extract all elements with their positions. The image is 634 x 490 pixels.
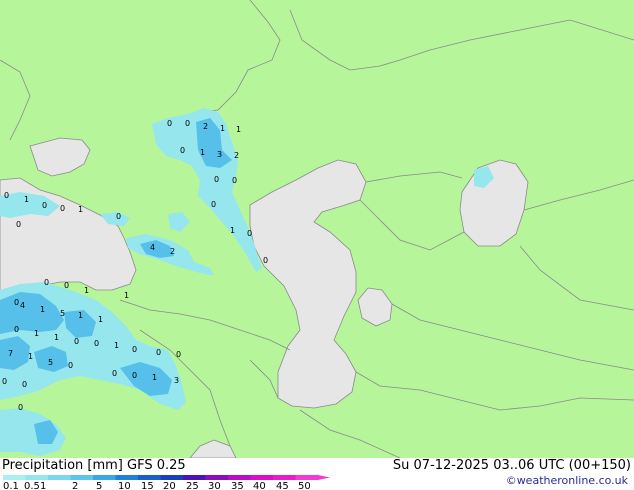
precip-value-label: 1 [152, 373, 157, 382]
precip-value-label: 1 [34, 329, 39, 338]
credit-link[interactable]: ©weatheronline.co.uk [506, 474, 628, 487]
precipitation-map: 0 0 2 1 10 1 3 20 001 000 10 0 1004 210 010 4 1 5 1 10 1 1 07 1… [0, 0, 634, 458]
scale-swatch [48, 475, 71, 480]
scale-swatch [93, 475, 116, 480]
scale-tick-label: 2 [72, 481, 78, 490]
precip-value-label: 0 [132, 345, 137, 354]
precip-value-label: 0 [4, 191, 9, 200]
scale-swatch [160, 475, 183, 480]
scale-tick-label: 50 [298, 481, 311, 490]
precip-value-label: 1 [114, 341, 119, 350]
precip-value-label: 0 [176, 350, 181, 359]
precip-value-label: 1 [54, 333, 59, 342]
precip-value-label: 1 [230, 226, 235, 235]
precip-value-label: 5 [48, 358, 53, 367]
precip-value-label: 1 [220, 124, 225, 133]
scale-tick-label: 40 [253, 481, 266, 490]
precip-value-label: 0 [232, 176, 237, 185]
scale-swatch [273, 475, 296, 480]
scale-swatch [250, 475, 273, 480]
scale-swatch [115, 475, 138, 480]
precip-value-label: 0 [74, 337, 79, 346]
scale-tick-label: 0.1 [3, 481, 19, 490]
scale-swatch [138, 475, 161, 480]
precip-value-label: 1 [200, 148, 205, 157]
precip-value-label: 0 [94, 339, 99, 348]
scale-tick-label: 25 [186, 481, 199, 490]
precip-value-label: 0 [16, 220, 21, 229]
scale-swatch [3, 475, 26, 480]
precip-value-label: 1 [98, 315, 103, 324]
scale-swatch [183, 475, 206, 480]
precip-value-label: 1 [78, 311, 83, 320]
precip-value-label: 1 [84, 286, 89, 295]
precip-value-label: 1 [24, 195, 29, 204]
map-title: Precipitation [mm] GFS 0.25 [2, 458, 186, 473]
precip-value-label: 0 [247, 229, 252, 238]
scale-overflow-arrow [318, 475, 330, 480]
precip-value-label: 3 [217, 150, 222, 159]
precip-value-label: 0 [42, 201, 47, 210]
scale-tick-label: 0.5 [24, 481, 40, 490]
scale-swatch [295, 475, 318, 480]
precip-value-label: 0 [116, 212, 121, 221]
precip-value-label: 7 [8, 349, 13, 358]
precip-value-label: 2 [170, 247, 175, 256]
precipitation-color-scale: 0.1 0.5 1 2 5 10 15 20 25 30 35 40 45 50 [3, 475, 330, 490]
scale-tick-label: 1 [40, 481, 46, 490]
precip-value-label: 0 [167, 119, 172, 128]
precip-value-label: 0 [132, 371, 137, 380]
scale-swatch [25, 475, 48, 480]
scale-tick-label: 5 [96, 481, 102, 490]
precip-value-label: 4 [150, 243, 155, 252]
precip-value-label: 0 [22, 380, 27, 389]
precip-value-label: 0 [214, 175, 219, 184]
precip-value-label: 0 [112, 369, 117, 378]
scale-tick-label: 35 [231, 481, 244, 490]
precip-value-label: 0 [60, 204, 65, 213]
scale-tick-label: 10 [118, 481, 131, 490]
valid-time: Su 07-12-2025 03..06 UTC (00+150) [392, 458, 631, 473]
precip-value-label: 0 [14, 325, 19, 334]
map-footer: Precipitation [mm] GFS 0.25 Su 07-12-202… [0, 458, 634, 490]
precip-value-label: 0 [14, 298, 19, 307]
precip-value-label: 0 [18, 403, 23, 412]
scale-swatch [70, 475, 93, 480]
precip-value-label: 0 [156, 348, 161, 357]
precip-value-label: 3 [174, 376, 179, 385]
scale-tick-label: 45 [276, 481, 289, 490]
precip-value-label: 0 [180, 146, 185, 155]
precip-value-label: 1 [236, 125, 241, 134]
precip-value-label: 1 [124, 291, 129, 300]
precip-value-label: 0 [2, 377, 7, 386]
scale-swatch [228, 475, 251, 480]
precip-value-label: 0 [263, 256, 268, 265]
precip-value-label: 1 [28, 352, 33, 361]
scale-tick-label: 20 [163, 481, 176, 490]
precip-value-label: 0 [211, 200, 216, 209]
precip-value-label: 0 [44, 278, 49, 287]
precip-value-label: 0 [68, 361, 73, 370]
precip-value-label: 1 [40, 305, 45, 314]
precip-value-label: 0 [64, 281, 69, 290]
scale-swatch [205, 475, 228, 480]
precip-value-label: 2 [203, 122, 208, 131]
precip-value-label: 0 [185, 119, 190, 128]
precip-value-label: 2 [234, 151, 239, 160]
scale-tick-label: 30 [208, 481, 221, 490]
precip-value-label: 1 [78, 205, 83, 214]
weather-map-page: 0021101320001000100100421001041511011071… [0, 0, 634, 490]
precip-value-label: 4 [20, 301, 25, 310]
precip-value-label: 5 [60, 309, 65, 318]
scale-tick-label: 15 [141, 481, 154, 490]
